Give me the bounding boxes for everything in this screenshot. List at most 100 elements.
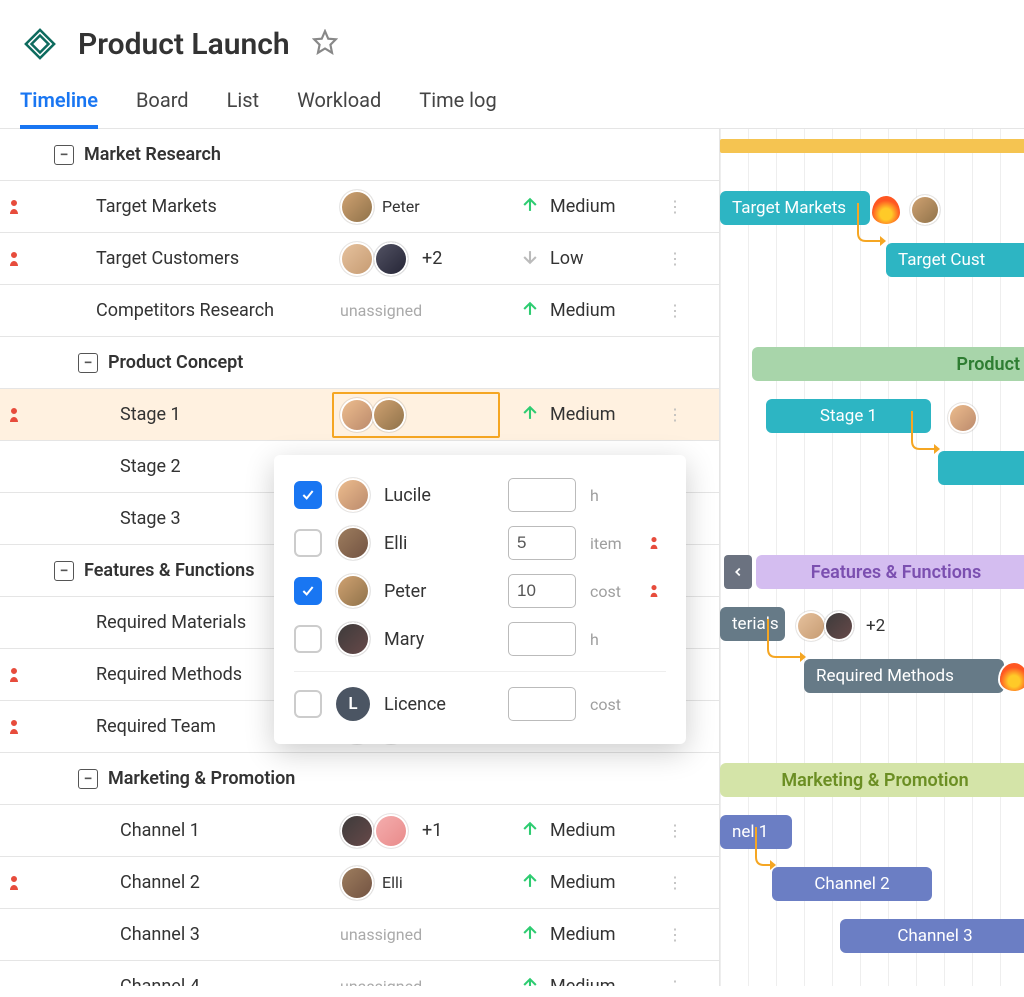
checkbox[interactable] <box>294 481 322 509</box>
favorite-star-icon[interactable] <box>312 29 338 59</box>
priority-cell[interactable]: Medium <box>520 299 660 323</box>
collapse-group-button[interactable]: − <box>54 145 74 165</box>
avatar <box>340 242 374 276</box>
task-row[interactable]: Competitors Research unassigned Medium ⋮ <box>0 285 719 337</box>
allocation-input[interactable] <box>508 574 576 608</box>
assignee-cell[interactable]: +2 <box>340 242 520 276</box>
tab-list[interactable]: List <box>227 88 260 128</box>
assignee-name: Elli <box>384 533 494 554</box>
gantt-task-bar[interactable]: Target Cust <box>886 243 1024 277</box>
view-tabs: Timeline Board List Workload Time log <box>0 72 1024 129</box>
task-row[interactable]: Target Customers +2 Low ⋮ <box>0 233 719 285</box>
task-name: Channel 4 <box>120 976 200 986</box>
arrow-up-icon <box>520 299 540 323</box>
avatar <box>340 190 374 224</box>
priority-cell[interactable]: Medium <box>520 975 660 987</box>
row-menu-button[interactable]: ⋮ <box>660 821 690 840</box>
overload-icon <box>0 873 28 893</box>
allocation-input[interactable] <box>508 622 576 656</box>
task-row[interactable]: Channel 2 Elli Medium ⋮ <box>0 857 719 909</box>
row-menu-button[interactable]: ⋮ <box>660 197 690 216</box>
overload-icon <box>648 534 666 552</box>
allocation-input[interactable] <box>508 526 576 560</box>
gantt-task-bar[interactable]: Required Methods <box>804 659 1004 693</box>
resource-name: Licence <box>384 694 494 715</box>
row-menu-button[interactable]: ⋮ <box>660 925 690 944</box>
task-name: Channel 1 <box>120 820 200 841</box>
allocation-input[interactable] <box>508 478 576 512</box>
avatar <box>374 242 408 276</box>
priority-cell[interactable]: Medium <box>520 923 660 947</box>
gantt-group-bar[interactable] <box>720 139 1024 153</box>
arrow-up-icon <box>520 923 540 947</box>
assignee-option[interactable]: Mary h <box>294 615 666 663</box>
task-name: Required Methods <box>96 664 242 685</box>
assignee-label: unassigned <box>340 977 422 986</box>
gantt-group-bar[interactable]: Features & Functions <box>756 555 1024 589</box>
logo-icon <box>20 24 60 64</box>
collapse-group-button[interactable]: − <box>54 561 74 581</box>
arrow-up-icon <box>520 871 540 895</box>
assignee-cell[interactable]: Peter <box>340 190 520 224</box>
assignee-name: Mary <box>384 629 494 650</box>
task-row[interactable]: Stage 1 Medium ⋮ <box>0 389 719 441</box>
checkbox[interactable] <box>294 625 322 653</box>
tab-timeline[interactable]: Timeline <box>20 88 98 128</box>
priority-cell[interactable]: Medium <box>520 403 660 427</box>
checkbox[interactable] <box>294 529 322 557</box>
gantt-group-bar[interactable]: Product <box>752 347 1024 381</box>
resource-option[interactable]: L Licence cost <box>294 680 666 728</box>
gantt-task-bar[interactable]: Channel 2 <box>772 867 932 901</box>
overload-icon <box>0 405 28 425</box>
dependency-link <box>852 203 892 253</box>
allocation-input[interactable] <box>508 687 576 721</box>
group-row[interactable]: − Marketing & Promotion <box>0 753 719 805</box>
row-menu-button[interactable]: ⋮ <box>660 873 690 892</box>
tab-workload[interactable]: Workload <box>297 88 381 128</box>
overload-icon <box>648 582 666 600</box>
task-row[interactable]: Target Markets Peter Medium ⋮ <box>0 181 719 233</box>
row-menu-button[interactable]: ⋮ <box>660 301 690 320</box>
task-name: Channel 2 <box>120 872 200 893</box>
task-row[interactable]: Channel 3 unassigned Medium ⋮ <box>0 909 719 961</box>
assignee-cell[interactable]: unassigned <box>340 301 520 320</box>
task-row[interactable]: Channel 1 +1 Medium ⋮ <box>0 805 719 857</box>
avatar <box>336 622 370 656</box>
row-menu-button[interactable]: ⋮ <box>660 977 690 986</box>
collapse-group-button[interactable]: − <box>78 353 98 373</box>
assignee-cell[interactable]: unassigned <box>340 977 520 986</box>
gantt-task-bar[interactable] <box>938 451 1024 485</box>
avatar <box>374 814 408 848</box>
avatar <box>948 403 978 433</box>
gantt-chart[interactable]: Target Markets Target Cust Product Stage… <box>720 129 1024 986</box>
gantt-task-bar[interactable]: Target Markets <box>720 191 870 225</box>
gantt-group-bar[interactable]: Marketing & Promotion <box>720 763 1024 797</box>
row-menu-button[interactable]: ⋮ <box>660 405 690 424</box>
avatar <box>824 611 854 641</box>
assignee-option[interactable]: Lucile h <box>294 471 666 519</box>
assignee-cell[interactable]: Elli <box>340 866 520 900</box>
row-menu-button[interactable]: ⋮ <box>660 249 690 268</box>
priority-cell[interactable]: Low <box>520 247 660 271</box>
group-row[interactable]: − Product Concept <box>0 337 719 389</box>
assignee-option[interactable]: Peter cost <box>294 567 666 615</box>
group-row[interactable]: − Market Research <box>0 129 719 181</box>
assignee-name: Lucile <box>384 485 494 506</box>
gantt-task-bar[interactable]: Channel 3 <box>840 919 1024 953</box>
assignee-cell-active[interactable] <box>332 392 500 438</box>
collapse-group-button[interactable]: − <box>78 769 98 789</box>
unit-label: h <box>590 486 634 505</box>
tab-timelog[interactable]: Time log <box>419 88 496 128</box>
project-title: Product Launch <box>78 27 290 62</box>
gantt-collapse-button[interactable] <box>724 555 752 589</box>
priority-cell[interactable]: Medium <box>520 871 660 895</box>
assignee-cell[interactable]: +1 <box>340 814 520 848</box>
checkbox[interactable] <box>294 577 322 605</box>
task-row[interactable]: Channel 4 unassigned Medium ⋮ <box>0 961 719 986</box>
priority-cell[interactable]: Medium <box>520 195 660 219</box>
assignee-option[interactable]: Elli item <box>294 519 666 567</box>
assignee-cell[interactable]: unassigned <box>340 925 520 944</box>
tab-board[interactable]: Board <box>136 88 189 128</box>
priority-cell[interactable]: Medium <box>520 819 660 843</box>
checkbox[interactable] <box>294 690 322 718</box>
